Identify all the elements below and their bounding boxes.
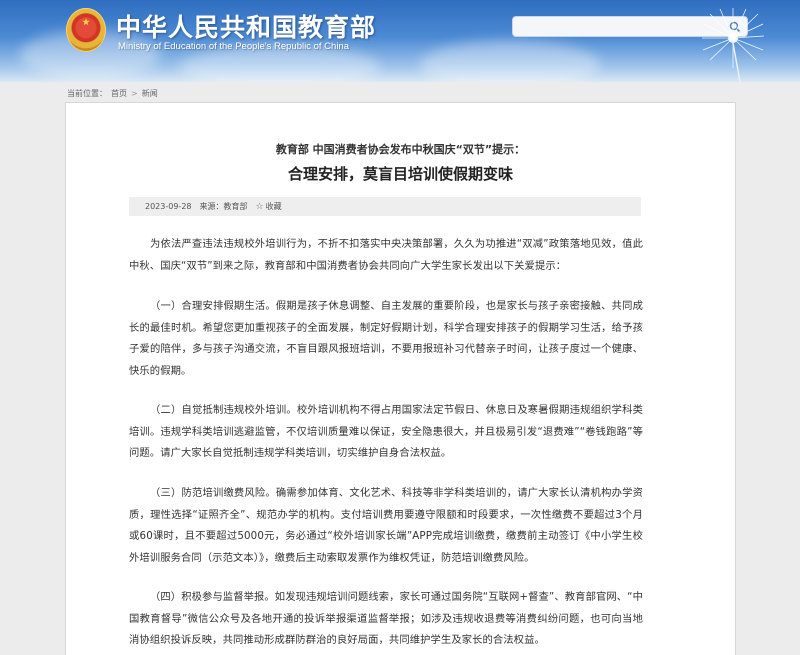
breadcrumb-item-home[interactable]: 首页 [111,88,127,99]
favorite-button[interactable]: ☆ 收藏 [256,201,282,212]
site-header: 中华人民共和国教育部 Ministry of Education of the … [0,0,800,82]
article-source: 来源：教育部 [199,202,248,211]
dandelion-decoration [702,8,765,82]
national-emblem-icon[interactable] [66,8,106,52]
favorite-label: 收藏 [265,202,282,211]
site-subtitle: Ministry of Education of the People's Re… [118,41,349,52]
article-meta-bar: 2023-09-28 来源：教育部 ☆ 收藏 [129,197,641,216]
breadcrumb-separator: > [131,89,138,98]
article-title: 合理安排，莫盲目培训使假期变味 [287,165,513,183]
breadcrumb-item-news[interactable]: 新闻 [142,88,158,99]
article-pre-title: 教育部 中国消费者协会发布中秋国庆“双节”提示： [275,143,526,156]
article-paragraph-3: （三）防范培训缴费风险。确需参加体育、文化艺术、科技等非学科类培训的，请广大家长… [129,487,643,564]
article-date: 2023-09-28 [145,202,192,211]
article-paragraph-4: （四）积极参与监督举报。如发现违规培训问题线索，家长可通过国务院“互联网+督查”… [129,591,643,646]
breadcrumb-label: 当前位置： [67,89,107,98]
article-card: 教育部 中国消费者协会发布中秋国庆“双节”提示： 合理安排，莫盲目培训使假期变味… [65,102,736,655]
star-icon: ☆ [255,201,264,212]
article-paragraph-intro: 为依法严查违法违规校外培训行为，不折不扣落实中央决策部署，久久为功推进“双减”政… [129,238,643,272]
article-paragraph-1: （一）合理安排假期生活。假期是孩子休息调整、自主发展的重要阶段，也是家长与孩子亲… [129,300,643,377]
site-title[interactable]: 中华人民共和国教育部 [116,8,376,44]
breadcrumb: 当前位置： 首页 > 新闻 [67,88,158,99]
article-paragraph-2: （二）自觉抵制违规校外培训。校外培训机构不得占用国家法定节假日、休息日及寒暑假期… [129,404,643,459]
